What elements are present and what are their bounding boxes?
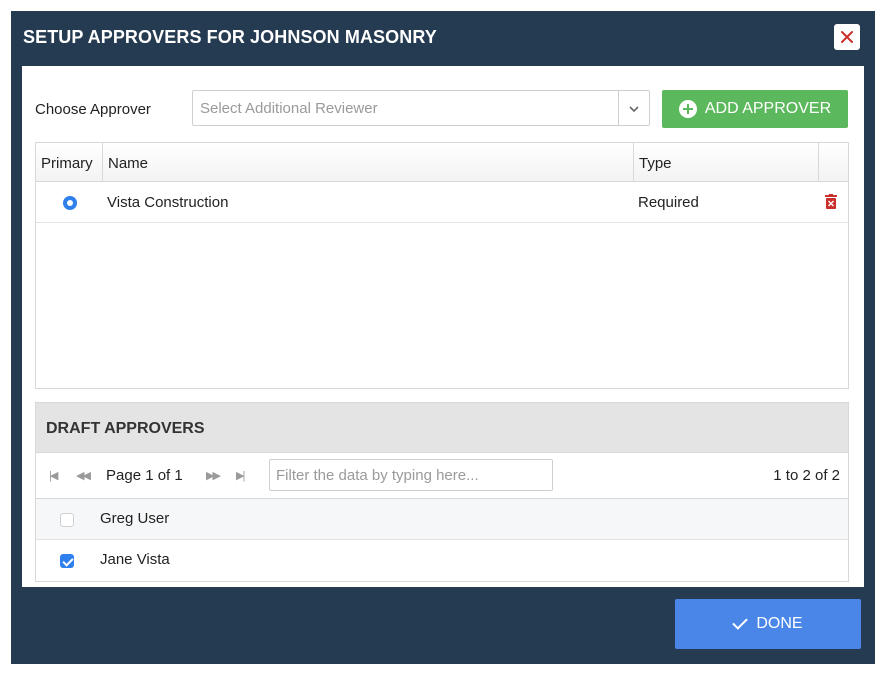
list-item[interactable]: Jane Vista xyxy=(36,540,848,581)
done-button[interactable]: DONE xyxy=(675,599,861,649)
first-page-icon[interactable]: |◀ xyxy=(49,469,58,482)
column-header-name[interactable]: Name xyxy=(108,155,148,172)
primary-radio[interactable] xyxy=(63,196,77,210)
list-item[interactable]: Greg User xyxy=(36,499,848,540)
approvers-grid: Primary Name Type Vista Construction Req… xyxy=(35,142,849,389)
select-checkbox[interactable] xyxy=(60,513,74,527)
select-checkbox[interactable] xyxy=(60,554,74,568)
choose-approver-label: Choose Approver xyxy=(35,101,151,118)
select-divider xyxy=(618,91,619,125)
draft-approver-name: Jane Vista xyxy=(100,551,170,568)
approver-select-placeholder: Select Additional Reviewer xyxy=(200,100,378,117)
draft-approvers-panel: DRAFT APPROVERS |◀ ◀◀ Page 1 of 1 ▶▶ ▶| … xyxy=(35,402,849,582)
previous-page-icon[interactable]: ◀◀ xyxy=(76,469,91,482)
draft-approvers-header: DRAFT APPROVERS xyxy=(36,403,848,453)
column-divider xyxy=(102,143,103,182)
modal-body: Choose Approver Select Additional Review… xyxy=(22,66,864,587)
delete-icon[interactable] xyxy=(825,194,837,209)
check-icon xyxy=(732,614,749,630)
pager: |◀ ◀◀ Page 1 of 1 ▶▶ ▶| 1 to 2 of 2 xyxy=(36,453,848,499)
column-header-primary[interactable]: Primary xyxy=(41,155,93,172)
add-approver-button[interactable]: ADD APPROVER xyxy=(662,90,848,128)
approver-name: Vista Construction xyxy=(107,194,229,211)
close-button[interactable] xyxy=(834,24,860,50)
chevron-down-icon[interactable] xyxy=(628,104,640,114)
table-row: Vista Construction Required xyxy=(36,182,848,223)
close-icon xyxy=(841,31,853,43)
record-count: 1 to 2 of 2 xyxy=(773,467,840,484)
approver-select[interactable]: Select Additional Reviewer xyxy=(192,90,650,126)
draft-approver-name: Greg User xyxy=(100,510,170,527)
draft-approvers-title: DRAFT APPROVERS xyxy=(46,420,205,437)
column-header-type[interactable]: Type xyxy=(639,155,672,172)
filter-input[interactable] xyxy=(269,459,553,491)
next-page-icon[interactable]: ▶▶ xyxy=(206,469,221,482)
done-label: DONE xyxy=(756,615,803,632)
modal-title: SETUP APPROVERS FOR JOHNSON MASONRY xyxy=(23,27,437,47)
add-approver-label: ADD APPROVER xyxy=(704,100,832,117)
column-divider xyxy=(818,143,819,182)
approvers-modal: SETUP APPROVERS FOR JOHNSON MASONRY Choo… xyxy=(11,11,875,664)
plus-circle-icon xyxy=(678,100,697,118)
grid-header: Primary Name Type xyxy=(36,143,848,182)
page-indicator: Page 1 of 1 xyxy=(106,467,183,484)
approver-type: Required xyxy=(638,194,699,211)
last-page-icon[interactable]: ▶| xyxy=(236,469,245,482)
column-divider xyxy=(633,143,634,182)
